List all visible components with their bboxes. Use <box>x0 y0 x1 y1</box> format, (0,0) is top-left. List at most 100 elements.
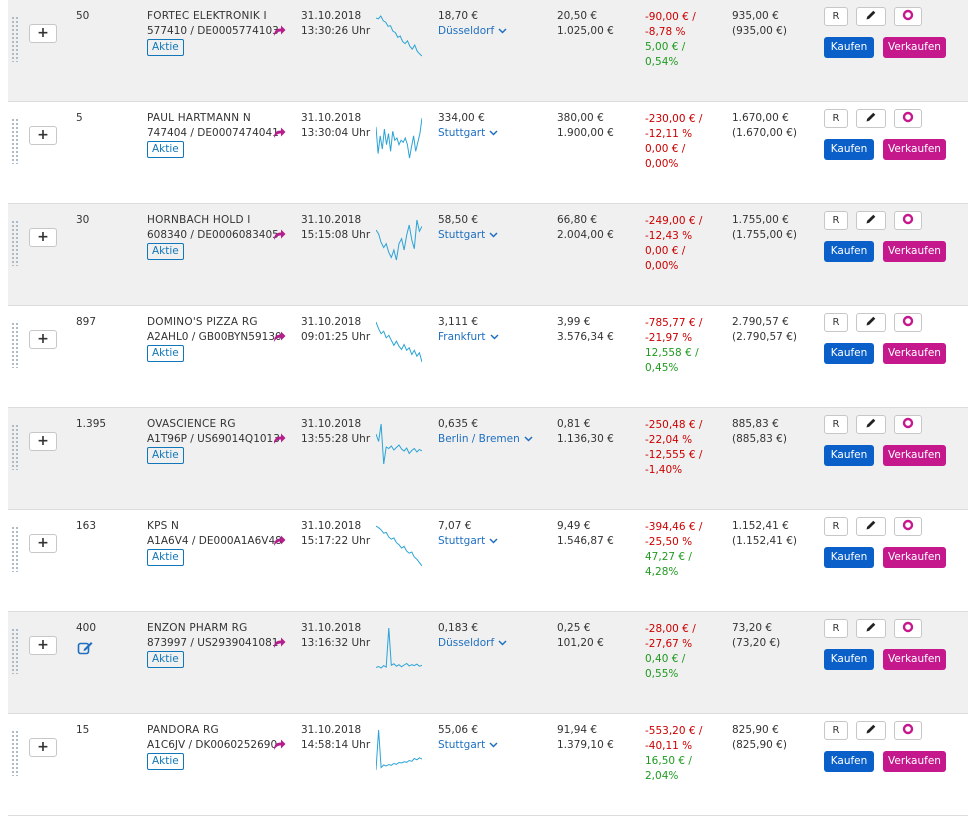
exchange-select[interactable]: Düsseldorf <box>438 25 507 37</box>
share-arrow-icon[interactable] <box>272 228 286 241</box>
buy-button[interactable]: Kaufen <box>824 547 874 568</box>
sell-button[interactable]: Verkaufen <box>883 37 946 58</box>
share-arrow-icon[interactable] <box>272 738 286 751</box>
sell-button[interactable]: Verkaufen <box>883 241 946 262</box>
r-button[interactable]: R <box>824 415 848 434</box>
alert-button[interactable] <box>894 517 922 536</box>
expand-button[interactable]: + <box>29 432 57 451</box>
security-name[interactable]: ENZON PHARM RG <box>147 622 247 634</box>
position-value-secondary: (1.152,41 €) <box>732 535 797 547</box>
exchange-select[interactable]: Düsseldorf <box>438 637 507 649</box>
sell-button[interactable]: Verkaufen <box>883 343 946 364</box>
edit-button[interactable] <box>856 211 886 230</box>
pencil-icon <box>866 112 876 122</box>
security-name[interactable]: DOMINO'S PIZZA RG <box>147 316 258 328</box>
performance-total-pct: -27,67 % <box>645 638 693 650</box>
sell-button[interactable]: Verkaufen <box>883 445 946 466</box>
drag-handle-icon[interactable] <box>11 322 19 368</box>
security-name[interactable]: PAUL HARTMANN N <box>147 112 251 124</box>
buy-button[interactable]: Kaufen <box>824 343 874 364</box>
expand-button[interactable]: + <box>29 126 57 145</box>
position-value: 73,20 € <box>732 622 773 634</box>
position-value-secondary: (2.790,57 €) <box>732 331 797 343</box>
r-button[interactable]: R <box>824 109 848 128</box>
edit-button[interactable] <box>856 109 886 128</box>
security-name[interactable]: KPS N <box>147 520 179 532</box>
alert-button[interactable] <box>894 415 922 434</box>
alert-button[interactable] <box>894 721 922 740</box>
performance-total-abs: -553,20 € / <box>645 725 703 737</box>
alert-button[interactable] <box>894 7 922 26</box>
share-arrow-icon[interactable] <box>272 432 286 445</box>
sell-button[interactable]: Verkaufen <box>883 547 946 568</box>
edit-button[interactable] <box>856 517 886 536</box>
drag-handle-icon[interactable] <box>11 220 19 266</box>
share-arrow-icon[interactable] <box>272 534 286 547</box>
exchange-select[interactable]: Stuttgart <box>438 739 498 751</box>
buy-button[interactable]: Kaufen <box>824 139 874 160</box>
circle-ring-icon <box>902 9 914 21</box>
security-ids: A2AHL0 / GB00BYN59130 <box>147 331 282 343</box>
edit-button[interactable] <box>856 721 886 740</box>
alert-button[interactable] <box>894 619 922 638</box>
sell-button[interactable]: Verkaufen <box>883 139 946 160</box>
alert-button[interactable] <box>894 313 922 332</box>
r-button[interactable]: R <box>824 721 848 740</box>
share-arrow-icon[interactable] <box>272 330 286 343</box>
security-name[interactable]: OVASCIENCE RG <box>147 418 236 430</box>
security-name[interactable]: HORNBACH HOLD I <box>147 214 251 226</box>
performance-day-abs: 0,00 € / <box>645 245 686 257</box>
performance: -28,00 € / -27,67 % 0,40 € / 0,55% <box>645 622 696 682</box>
exchange-select[interactable]: Stuttgart <box>438 127 498 139</box>
drag-handle-icon[interactable] <box>11 526 19 572</box>
buy-button[interactable]: Kaufen <box>824 649 874 670</box>
exchange-select[interactable]: Stuttgart <box>438 229 498 241</box>
drag-handle-icon[interactable] <box>11 424 19 470</box>
edit-button[interactable] <box>856 619 886 638</box>
performance-total-pct: -12,43 % <box>645 230 693 242</box>
edit-note-icon[interactable] <box>77 640 93 656</box>
edit-button[interactable] <box>856 313 886 332</box>
drag-handle-icon[interactable] <box>11 16 19 62</box>
r-button[interactable]: R <box>824 7 848 26</box>
r-button[interactable]: R <box>824 313 848 332</box>
r-button[interactable]: R <box>824 619 848 638</box>
share-arrow-icon[interactable] <box>272 126 286 139</box>
exchange-label: Berlin / Bremen <box>438 433 520 445</box>
r-button[interactable]: R <box>824 211 848 230</box>
alert-button[interactable] <box>894 109 922 128</box>
expand-button[interactable]: + <box>29 636 57 655</box>
sparkline-path <box>376 321 422 363</box>
exchange-select[interactable]: Berlin / Bremen <box>438 433 533 445</box>
security-ids: A1A6V4 / DE000A1A6V48 <box>147 535 282 547</box>
buy-button[interactable]: Kaufen <box>824 751 874 772</box>
quote-time: 14:58:14 Uhr <box>301 739 371 751</box>
sell-button[interactable]: Verkaufen <box>883 751 946 772</box>
buy-button[interactable]: Kaufen <box>824 241 874 262</box>
share-arrow-icon[interactable] <box>272 636 286 649</box>
drag-handle-icon[interactable] <box>11 628 19 674</box>
edit-button[interactable] <box>856 415 886 434</box>
expand-button[interactable]: + <box>29 24 57 43</box>
buy-button[interactable]: Kaufen <box>824 445 874 466</box>
sell-button[interactable]: Verkaufen <box>883 649 946 670</box>
wkn-isin: 747404 / DE0007474041 <box>147 127 279 139</box>
expand-button[interactable]: + <box>29 330 57 349</box>
buy-button[interactable]: Kaufen <box>824 37 874 58</box>
exchange-select[interactable]: Stuttgart <box>438 535 498 547</box>
alert-button[interactable] <box>894 211 922 230</box>
security-name[interactable]: PANDORA RG <box>147 724 219 736</box>
security-name[interactable]: FORTEC ELEKTRONIK I <box>147 10 267 22</box>
drag-handle-icon[interactable] <box>11 730 19 776</box>
expand-button[interactable]: + <box>29 228 57 247</box>
expand-button[interactable]: + <box>29 738 57 757</box>
share-arrow-icon[interactable] <box>272 24 286 37</box>
buy-price: 0,81 € <box>557 418 591 430</box>
position-value-secondary: (1.755,00 €) <box>732 229 797 241</box>
exchange-select[interactable]: Frankfurt <box>438 331 499 343</box>
portfolio-row: + 1.395 OVASCIENCE RG A1T96P / US69014Q1… <box>8 408 968 510</box>
edit-button[interactable] <box>856 7 886 26</box>
expand-button[interactable]: + <box>29 534 57 553</box>
r-button[interactable]: R <box>824 517 848 536</box>
drag-handle-icon[interactable] <box>11 118 19 164</box>
